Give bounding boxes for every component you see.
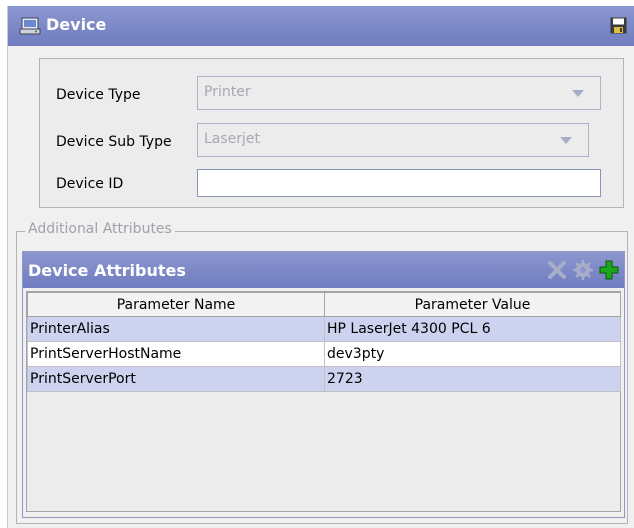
device-form: Device Type Printer Device Sub Type Lase… [39,58,624,208]
column-header-parameter-name[interactable]: Parameter Name [27,292,325,317]
device-attributes-title: Device Attributes [28,261,186,280]
window-title: Device [46,15,107,34]
device-sub-type-label: Device Sub Type [56,134,172,150]
table-header-row: Parameter Name Parameter Value [27,292,621,317]
delete-icon[interactable] [546,259,568,281]
device-window: Device Device Type Printer Device Sub Ty… [7,6,634,528]
column-header-parameter-value[interactable]: Parameter Value [324,292,621,317]
table-row[interactable]: PrintServerHostName dev3pty [27,341,621,367]
chevron-down-icon [572,90,584,97]
cell-parameter-name[interactable]: PrinterAlias [27,316,325,342]
device-type-value: Printer [204,84,251,100]
cell-parameter-value[interactable]: 2723 [324,366,621,392]
title-bar: Device [8,6,634,46]
cell-parameter-value[interactable]: dev3pty [324,341,621,367]
device-attributes-header: Device Attributes [23,252,624,288]
device-icon [19,17,41,35]
cell-parameter-name[interactable]: PrintServerHostName [27,341,325,367]
device-type-label: Device Type [56,87,141,103]
table-row[interactable]: PrinterAlias HP LaserJet 4300 PCL 6 [27,316,621,342]
gear-icon[interactable] [572,259,594,281]
attributes-table: Parameter Name Parameter Value PrinterAl… [27,292,621,392]
device-sub-type-select[interactable]: Laserjet [197,123,589,157]
save-icon[interactable] [610,17,627,34]
device-id-input[interactable] [197,169,601,197]
device-attributes-panel: Device Attributes Parameter Name Paramet… [22,251,625,518]
device-id-label: Device ID [56,176,124,192]
add-icon[interactable] [598,259,620,281]
cell-parameter-value[interactable]: HP LaserJet 4300 PCL 6 [324,316,621,342]
cell-parameter-name[interactable]: PrintServerPort [27,366,325,392]
device-sub-type-value: Laserjet [204,131,261,147]
additional-attributes-legend: Additional Attributes [25,221,175,237]
attributes-table-area: Parameter Name Parameter Value PrinterAl… [26,291,621,512]
chevron-down-icon [560,137,572,144]
device-type-select[interactable]: Printer [197,76,601,110]
table-row[interactable]: PrintServerPort 2723 [27,366,621,392]
